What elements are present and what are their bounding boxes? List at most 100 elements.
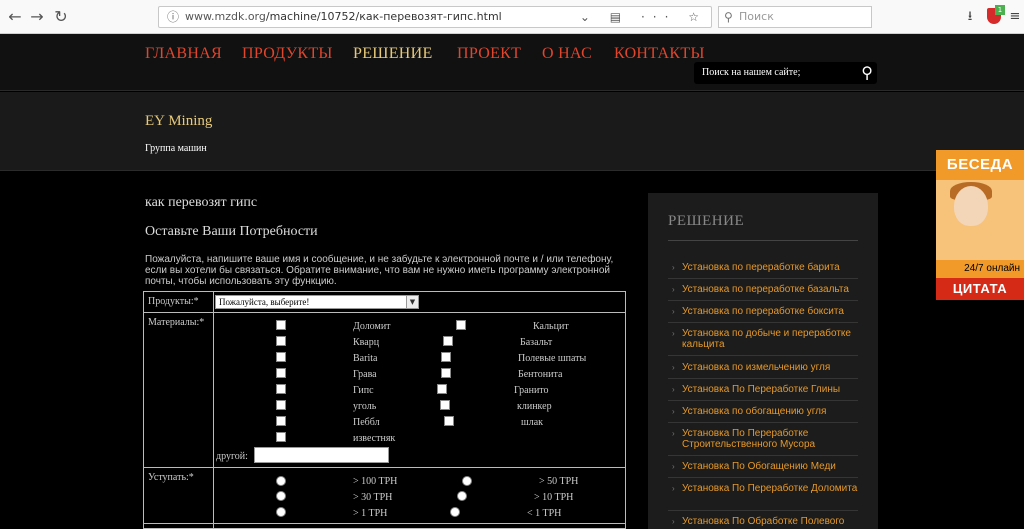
material-label: Кварц (353, 337, 380, 348)
material-checkbox-pebble[interactable] (276, 416, 286, 426)
material-checkbox-gravel[interactable] (276, 368, 286, 378)
reader-view-icon[interactable]: ▤ (610, 10, 629, 24)
material-checkbox-barite[interactable] (276, 352, 286, 362)
products-label: Продукты:* (148, 296, 199, 307)
solutions-sidebar: РЕШЕНИЕ › Установка по переработке барита… (648, 193, 878, 529)
capacity-radio-50[interactable] (462, 476, 472, 486)
brand-subtitle: Группа машин (145, 143, 207, 154)
more-icon[interactable]: ··· (641, 10, 676, 24)
sidebar-separator (668, 355, 858, 356)
material-label: Доломит (353, 321, 391, 332)
material-checkbox-basalt[interactable] (443, 336, 453, 346)
sidebar-link[interactable]: › Установка по обогащению угля (672, 406, 862, 417)
sidebar-link[interactable]: › Установка По Переработке Глины (672, 384, 862, 395)
material-checkbox-calcite[interactable] (456, 320, 466, 330)
chevron-down-icon[interactable]: ▼ (406, 296, 418, 308)
capacity-label-option: > 100 TPH (353, 476, 398, 487)
chevron-right-icon: › (672, 407, 675, 416)
material-label: Полевые шпаты (518, 353, 587, 364)
material-checkbox-clinker[interactable] (440, 400, 450, 410)
address-actions: ⌄ ▤ ··· ☆ (580, 7, 707, 27)
browser-search-field[interactable]: ⚲ Поиск (718, 6, 872, 28)
sidebar-link-label: Установка по добыче и переработке кальци… (682, 328, 851, 350)
sidebar-separator (668, 278, 858, 279)
form-divider (144, 467, 625, 468)
nav-project[interactable]: ПРОЕКТ (457, 45, 521, 63)
material-label: Barita (353, 353, 378, 364)
capacity-label-option: > 30 TPH (353, 492, 393, 503)
sidebar-link-label: Установка По Переработке Глины (682, 384, 841, 395)
nav-solutions[interactable]: РЕШЕНИЕ (353, 45, 433, 63)
bookmark-star-icon[interactable]: ☆ (688, 10, 707, 24)
sidebar-separator (668, 300, 858, 301)
sidebar-link-label: Установка по измельчению угля (682, 362, 831, 373)
browser-search-placeholder: Поиск (739, 10, 774, 23)
material-label: клинкер (517, 401, 552, 412)
capacity-label-option: > 10 TPH (534, 492, 574, 503)
sidebar-separator (668, 455, 858, 456)
material-checkbox-limestone[interactable] (276, 432, 286, 442)
material-label: Грава (353, 369, 377, 380)
chevron-right-icon: › (672, 517, 675, 526)
material-checkbox-dolomite[interactable] (276, 320, 286, 330)
nav-about[interactable]: О НАС (542, 45, 592, 63)
chevron-down-icon[interactable]: ⌄ (580, 10, 598, 24)
chevron-right-icon: › (672, 329, 675, 338)
capacity-radio-1[interactable] (276, 507, 286, 517)
other-material-input[interactable] (254, 447, 389, 463)
material-checkbox-granite[interactable] (437, 384, 447, 394)
chevron-right-icon: › (672, 307, 675, 316)
chat-quote-button[interactable]: ЦИТАТА (936, 278, 1024, 300)
sidebar-link[interactable]: › Установка По Обработке Полевого (672, 516, 862, 527)
sidebar-link[interactable]: › Установка По Обогащению Меди (672, 461, 862, 472)
site-search-icon[interactable]: ⚲ (861, 62, 873, 83)
capacity-radio-10[interactable] (457, 491, 467, 501)
sidebar-link[interactable]: › Установка по переработке базальта (672, 284, 862, 295)
forward-icon[interactable]: → (26, 6, 48, 28)
sidebar-link[interactable]: › Установка По Переработке Строительствен… (672, 428, 862, 450)
nav-home[interactable]: ГЛАВНАЯ (145, 45, 222, 63)
library-icon[interactable]: ⭳ (961, 8, 979, 26)
material-label: Пеббл (353, 417, 380, 428)
site-info-icon[interactable]: ⓘ (167, 7, 179, 27)
sidebar-link-label: Установка По Обогащению Меди (682, 461, 836, 472)
brand-band (0, 92, 1024, 171)
material-checkbox-bentonite[interactable] (441, 368, 451, 378)
nav-products[interactable]: ПРОДУКТЫ (242, 45, 333, 63)
material-label: Кальцит (533, 321, 569, 332)
sidebar-link[interactable]: › Установка по переработке барита (672, 262, 862, 273)
chevron-right-icon: › (672, 285, 675, 294)
materials-label: Материалы:* (148, 317, 205, 328)
sidebar-separator (668, 322, 858, 323)
material-checkbox-gypsum[interactable] (276, 384, 286, 394)
sidebar-link[interactable]: › Установка по добыче и переработке кальц… (672, 328, 862, 350)
sidebar-link[interactable]: › Установка по измельчению угля (672, 362, 862, 373)
search-icon: ⚲ (724, 10, 733, 24)
capacity-radio-lt1[interactable] (450, 507, 460, 517)
capacity-radio-30[interactable] (276, 491, 286, 501)
material-checkbox-slag[interactable] (444, 416, 454, 426)
capacity-label-option: > 50 TPH (539, 476, 579, 487)
live-chat-widget[interactable]: БЕСЕДА 24/7 онлайн ЦИТАТА (936, 150, 1024, 300)
sidebar-link[interactable]: › Установка По Переработке Доломита (672, 483, 862, 494)
site-search-input[interactable]: Поиск на нашем сайте; ⚲ (694, 62, 877, 84)
chat-status: 24/7 онлайн (964, 263, 1020, 274)
menu-icon[interactable]: ≡ (1006, 8, 1024, 26)
site-search-placeholder: Поиск на нашем сайте; (702, 67, 801, 78)
sidebar-separator (668, 378, 858, 379)
reload-icon[interactable]: ↻ (50, 6, 72, 28)
form-heading: Оставьте Ваши Потребности (145, 224, 318, 239)
capacity-radio-100[interactable] (276, 476, 286, 486)
form-intro: Пожалуйста, напишите ваше имя и сообщени… (145, 254, 614, 287)
sidebar-link-label: Установка По Переработке Доломита (682, 483, 858, 494)
sidebar-link[interactable]: › Установка по переработке боксита (672, 306, 862, 317)
material-checkbox-coal[interactable] (276, 400, 286, 410)
products-select[interactable]: Пожалуйста, выберите! ▼ (215, 295, 419, 309)
sidebar-separator (668, 400, 858, 401)
material-checkbox-feldspar[interactable] (441, 352, 451, 362)
address-bar[interactable]: ⓘ www.mzdk.org/machine/10752/как-перевоз… (158, 6, 712, 28)
nav-contacts[interactable]: КОНТАКТЫ (614, 45, 705, 63)
chevron-right-icon: › (672, 363, 675, 372)
back-icon[interactable]: ← (4, 6, 26, 28)
material-checkbox-quartz[interactable] (276, 336, 286, 346)
